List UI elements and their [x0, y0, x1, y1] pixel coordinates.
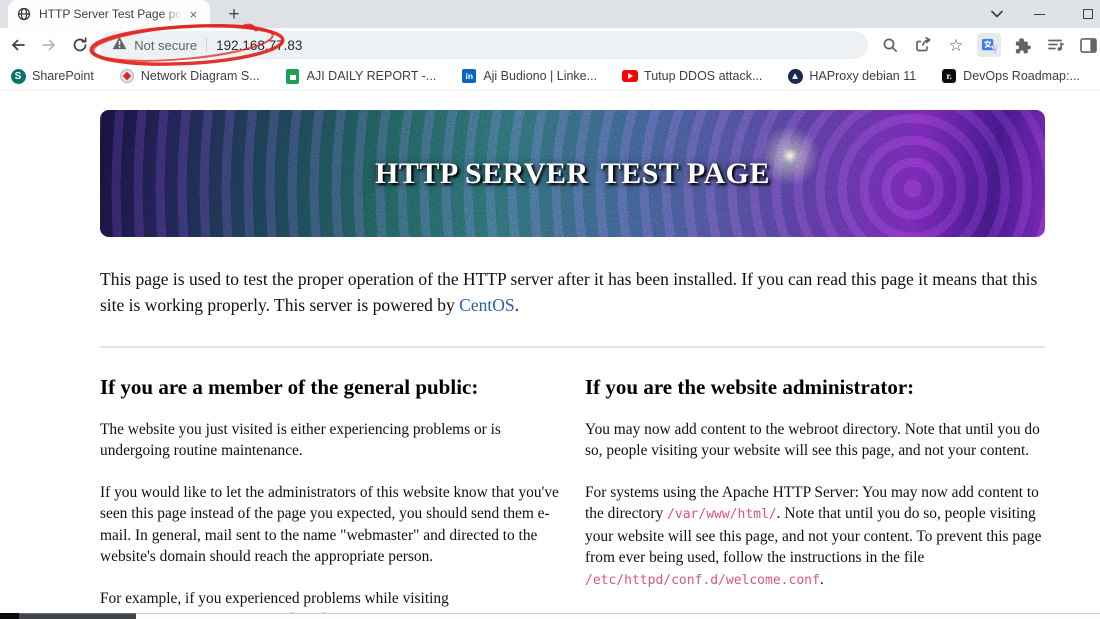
youtube-icon [622, 68, 639, 84]
code-welcome-conf-path: /etc/httpd/conf.d/welcome.conf [585, 572, 820, 588]
bookmarks-bar: S SharePoint Network Diagram S... AJI DA… [0, 62, 1100, 91]
administrator-column: If you are the website administrator: Yo… [585, 348, 1044, 613]
admin-heading: If you are the website administrator: [585, 375, 915, 399]
code-webroot-path: /var/www/html/ [667, 507, 777, 522]
public-paragraph-1: The website you just visited is either e… [100, 420, 501, 460]
diagram-diamond-icon [119, 68, 135, 84]
bookmark-daily-report[interactable]: AJI DAILY REPORT -... [285, 68, 436, 84]
tab-title-fade [160, 7, 183, 21]
tab-title: HTTP Server Test Page powered [39, 7, 183, 21]
svg-text:A: A [992, 46, 996, 52]
bookmark-network-diagram[interactable]: Network Diagram S... [119, 68, 260, 84]
sharepoint-icon: S [10, 68, 26, 84]
not-secure-warning-icon[interactable] [112, 36, 127, 55]
taskbar-edge [0, 613, 1100, 619]
tab-close-icon[interactable]: × [185, 5, 202, 23]
public-paragraph-2: If you would like to let the administrat… [100, 483, 559, 566]
taskbar-segment-light [136, 613, 1100, 619]
general-public-column: If you are a member of the general publi… [100, 348, 559, 613]
address-bar[interactable]: Not secure 192.168.77.83 [100, 31, 869, 59]
forward-icon[interactable] [37, 32, 62, 58]
admin-paragraph-1: You may now add content to the webroot d… [585, 420, 1040, 460]
window-controls [986, 0, 1100, 28]
linkedin-icon: in [461, 68, 477, 84]
side-panel-icon[interactable] [1076, 33, 1100, 57]
maximize-icon[interactable] [1070, 3, 1093, 25]
omnibox-separator [206, 37, 208, 53]
extensions-puzzle-icon[interactable] [1010, 33, 1034, 57]
url-text[interactable]: 192.168.77.83 [216, 38, 302, 53]
browser-window: { "tab": { "title": "HTTP Server Test Pa… [0, 0, 1100, 619]
bookmark-haproxy[interactable]: HAProxy debian 11 [787, 68, 916, 84]
media-playlist-icon[interactable] [1043, 33, 1067, 57]
bookmark-linkedin[interactable]: in Aji Budiono | Linke... [461, 68, 597, 84]
tab-strip: HTTP Server Test Page powered × + [0, 0, 1100, 28]
browser-toolbar: Not secure 192.168.77.83 ☆ A [0, 28, 1100, 62]
test-page-banner: HTTP SERVER TEST PAGE [100, 110, 1045, 237]
search-icon[interactable] [878, 33, 902, 57]
haproxy-icon [787, 68, 803, 84]
taskbar-segment-dark [0, 613, 19, 619]
security-label[interactable]: Not secure [134, 38, 197, 53]
share-icon[interactable] [911, 33, 935, 57]
new-tab-button[interactable]: + [222, 3, 246, 27]
intro-paragraph: This page is used to test the proper ope… [100, 269, 1038, 315]
reload-icon[interactable] [67, 32, 92, 58]
translate-extension-icon[interactable]: A [977, 33, 1002, 57]
admin-paragraph-apache: For systems using the Apache HTTP Server… [585, 483, 1042, 588]
banner-title: HTTP SERVER TEST PAGE [375, 156, 770, 190]
minimize-icon[interactable] [1028, 3, 1050, 25]
toolbar-actions: ☆ A [878, 33, 1100, 57]
bookmark-devops-roadmap[interactable]: r. DevOps Roadmap:... [941, 68, 1080, 84]
bookmark-youtube-ddos[interactable]: Tutup DDOS attack... [622, 68, 762, 84]
web-page-viewport: HTTP SERVER TEST PAGE This page is used … [0, 91, 1100, 613]
roadmap-icon: r. [941, 68, 957, 84]
bookmark-sharepoint[interactable]: S SharePoint [10, 68, 94, 84]
centos-link[interactable]: CentOS [459, 295, 514, 315]
bookmark-star-icon[interactable]: ☆ [944, 33, 968, 57]
public-paragraph-3: For example, if you experienced problems… [100, 589, 449, 614]
back-icon[interactable] [6, 32, 31, 58]
browser-tab[interactable]: HTTP Server Test Page powered × [8, 0, 210, 28]
tab-search-chevron-icon[interactable] [986, 3, 1008, 25]
google-sheets-icon [285, 68, 301, 84]
taskbar-segment-gray [19, 613, 136, 619]
public-heading: If you are a member of the general publi… [100, 375, 479, 399]
globe-favicon [16, 6, 32, 22]
